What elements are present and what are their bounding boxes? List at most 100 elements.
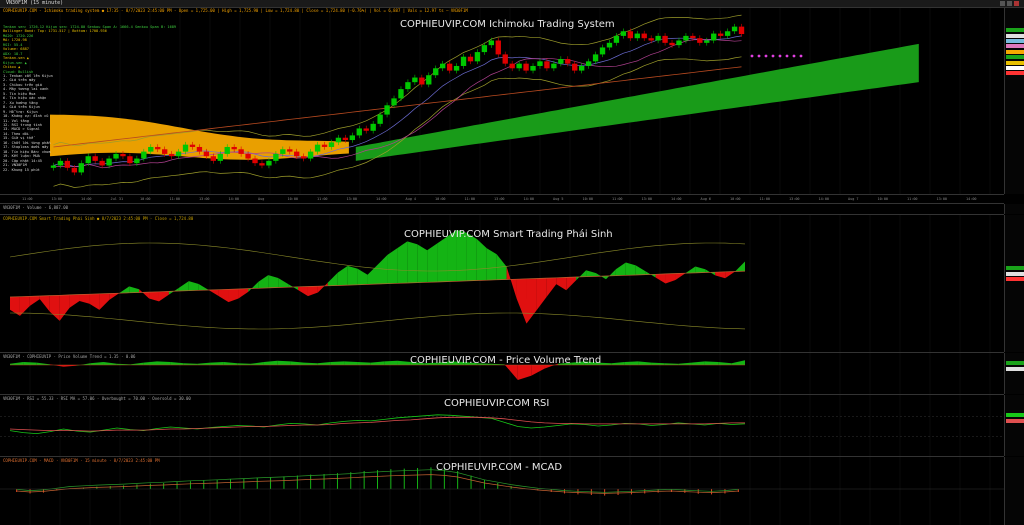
close-button[interactable]: [1014, 1, 1019, 6]
smart-area-segment: [615, 262, 626, 276]
projection-dot: [792, 54, 796, 58]
pvt-area-segment: [210, 362, 224, 365]
ichimoku-cloud-bullish: [355, 43, 919, 161]
smart-area-segment: [218, 289, 229, 303]
volume-panel: VN30F1M · Volume · 6,887.00: [0, 204, 1004, 215]
time-tick: Aug 7: [848, 197, 859, 201]
smart-area-segment: [69, 294, 80, 308]
price-axis[interactable]: [1004, 8, 1024, 194]
smart-area-segment: [675, 273, 686, 280]
pvt-area-segment: [23, 362, 37, 365]
rsi-tag-2: [1006, 419, 1024, 423]
candle-body: [370, 123, 376, 131]
candle-body: [509, 63, 515, 69]
smart-area-segment: [476, 238, 487, 281]
time-tick: 11:00: [317, 197, 328, 201]
smart-area-segment: [178, 281, 189, 292]
candle-body: [266, 160, 272, 166]
pvt-area-segment: [330, 361, 345, 365]
candle-body: [419, 77, 425, 85]
smart-area-segment: [89, 293, 100, 310]
smart-watermark: COPHIEUVIP.COM Smart Trading Phái Sinh: [404, 229, 613, 240]
candle-body: [460, 56, 467, 66]
candle-body: [641, 33, 647, 39]
candle-body: [599, 47, 606, 55]
smart-area-segment: [99, 293, 110, 310]
pvt-area-segment: [704, 361, 719, 365]
time-tick: 13:00: [199, 197, 210, 201]
smart-area-segment: [228, 288, 239, 303]
rsi-header: VN30F1M · RSI = 55.33 · RSI MA = 57.06 ·…: [3, 396, 191, 401]
macd-watermark: COPHIEUVIP.COM - MCAD: [436, 462, 563, 473]
rsi-panel[interactable]: VN30F1M · RSI = 55.33 · RSI MA = 57.06 ·…: [0, 395, 1004, 457]
smart-area-segment: [506, 266, 517, 299]
smart-area-segment: [546, 277, 557, 298]
projection-dot: [757, 54, 761, 58]
time-tick: 10:00: [877, 197, 889, 201]
tag-tenkan: [1006, 39, 1024, 43]
time-tick: Aug: [258, 197, 265, 201]
pvt-panel[interactable]: VN30F1M · COPHIEUVIP · Price Volume Tren…: [0, 353, 1004, 395]
smart-area-segment: [278, 277, 289, 288]
minimize-button[interactable]: [1000, 1, 1005, 6]
candle-body: [606, 42, 613, 48]
smart-trading-panel[interactable]: COPHIEUVIP.COM Smart Trading Phái Sinh ●…: [0, 215, 1004, 353]
time-tick: 10:00: [287, 197, 299, 201]
candle-body: [453, 65, 460, 71]
pvt-area-segment: [531, 365, 545, 376]
smart-header: COPHIEUVIP.COM Smart Trading Phái Sinh ●…: [3, 216, 194, 221]
info-line: 22. Khung 15 phút: [3, 167, 40, 172]
candle-body: [224, 146, 230, 154]
volume-header: VN30F1M · Volume · 6,887.00: [3, 205, 69, 210]
candle-body: [558, 59, 564, 64]
projection-dot: [785, 54, 789, 58]
smart-area-segment: [516, 278, 527, 324]
candle-body: [711, 33, 717, 41]
smart-area-segment: [466, 232, 477, 281]
time-tick: 14:00: [228, 197, 240, 201]
smart-area-segment: [347, 265, 358, 286]
smart-area-segment: [427, 243, 438, 283]
pvt-area-segment: [130, 362, 144, 365]
smart-area-segment: [526, 278, 537, 324]
pvt-header: VN30F1M · COPHIEUVIP · Price Volume Tren…: [3, 354, 136, 359]
tag-bb: [1006, 61, 1024, 65]
projection-dot: [799, 54, 803, 58]
time-axis[interactable]: 11:00 13:00 14:00 Jul 31 10:00 11:00 13:00 14:0…: [0, 195, 1004, 204]
candle-body: [474, 52, 481, 62]
time-tick: 13:00: [51, 197, 63, 201]
time-tick: 14:00: [376, 197, 387, 201]
smart-area-segment: [79, 294, 90, 304]
candle-body: [405, 82, 411, 90]
candle-body: [634, 33, 640, 39]
pvt-area-segment: [718, 362, 732, 365]
pvt-area-segment: [638, 361, 652, 365]
rsi-watermark: COPHIEUVIP.COM RSI: [444, 398, 550, 409]
indicator-info-box: Tenkan sen: 1726.12 Kijun sen: 1724.80 S…: [3, 25, 176, 172]
smart-area-segment: [327, 272, 338, 286]
time-tick: 11:00: [22, 197, 33, 201]
smart-area-segment: [317, 282, 328, 293]
price-chart-panel[interactable]: COPHIEUVIP.COM - Ichimoku trading system…: [0, 8, 1004, 195]
candle-body: [718, 33, 724, 36]
candle-body: [328, 142, 335, 147]
candle-body: [446, 63, 453, 71]
candle-body: [592, 54, 599, 62]
time-tick: 10:00: [582, 197, 594, 201]
smart-area-segment: [29, 295, 40, 306]
time-tick: 14:00: [966, 197, 977, 201]
pvt-tag-2: [1006, 367, 1024, 371]
candle-body: [231, 146, 237, 150]
maximize-button[interactable]: [1007, 1, 1012, 6]
candle-body: [314, 144, 321, 152]
smart-area-segment: [397, 241, 408, 284]
candle-body: [307, 151, 314, 159]
tag-ma: [1006, 66, 1024, 70]
tag-red: [1006, 71, 1024, 75]
candle-body: [301, 156, 307, 159]
macd-panel[interactable]: COPHIEUVIP.COM - MACD · VN30F1M · 15 min…: [0, 457, 1004, 525]
smart-tag-2: [1006, 272, 1024, 276]
window-title: VN30F1M (15 minute): [6, 0, 64, 6]
candle-body: [210, 156, 216, 161]
time-tick: 14:00: [523, 197, 535, 201]
